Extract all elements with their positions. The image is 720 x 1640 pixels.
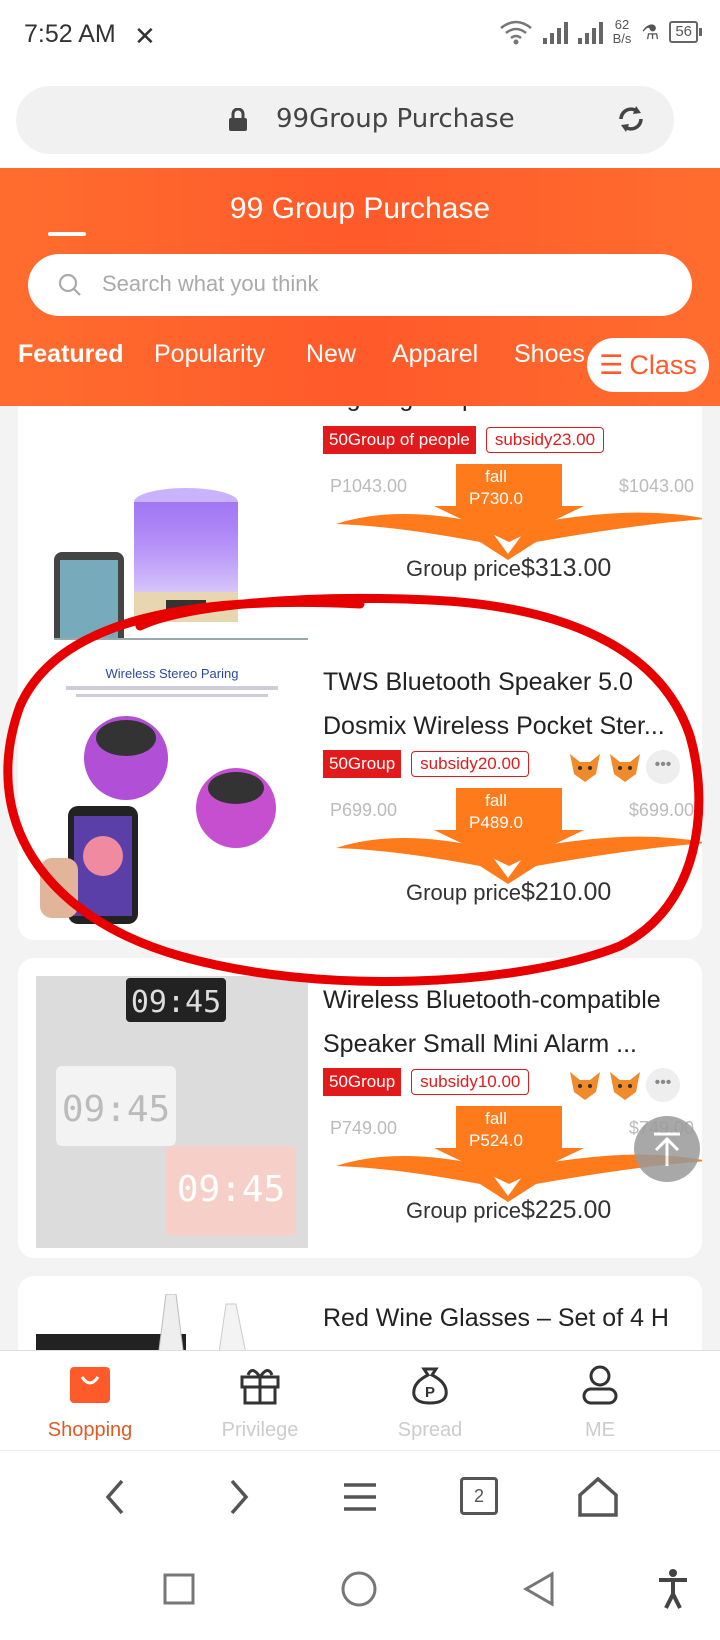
nav-shopping[interactable]: Shopping (20, 1365, 160, 1442)
participant-avatars (566, 1066, 644, 1104)
battery-icon: 56 (669, 21, 702, 43)
product-list[interactable]: Night light mp3 APP control ... 50Group … (0, 406, 720, 1350)
user-icon (582, 1365, 618, 1405)
group-price: Group price$313.00 (406, 554, 612, 582)
lock-icon (229, 108, 247, 131)
product-image[interactable]: 09:45 09:45 09:45 (36, 976, 308, 1248)
class-button[interactable]: ☰ Class (587, 338, 709, 392)
signal-icon (542, 20, 568, 44)
tab-new[interactable]: New (306, 340, 356, 369)
nav-me[interactable]: ME (530, 1365, 670, 1442)
back-icon[interactable] (100, 1477, 130, 1517)
forward-icon[interactable] (224, 1477, 254, 1517)
product-image[interactable] (36, 1294, 308, 1350)
arrow-up-icon (654, 1132, 680, 1166)
product-name[interactable]: Red Wine Glasses – Set of 4 H (323, 1296, 695, 1340)
svg-text:09:45: 09:45 (62, 1089, 170, 1130)
svg-text:09:45: 09:45 (177, 1169, 285, 1210)
nav-spread[interactable]: P Spread (360, 1365, 500, 1442)
home-icon[interactable] (576, 1475, 620, 1519)
status-time: 7:52 AM (24, 20, 116, 48)
tabs-button[interactable]: 2 (460, 1477, 498, 1515)
fox-avatar-icon (570, 1072, 600, 1100)
group-tag: 50Group of people (323, 426, 476, 454)
fall-price: P730.0 (469, 489, 523, 508)
svg-text:P: P (425, 1384, 435, 1401)
group-tag: 50Group (323, 1068, 402, 1096)
menu-icon[interactable] (340, 1479, 380, 1515)
shopping-bag-icon (70, 1367, 110, 1403)
tab-featured[interactable]: Featured (18, 340, 124, 369)
search-placeholder: Search what you think (102, 271, 319, 296)
tab-shoes[interactable]: Shoes (514, 340, 585, 369)
subsidy-tag: subsidy10.00 (411, 1069, 530, 1095)
flask-icon: ⚗ (641, 21, 660, 44)
x-app-icon: ✕ (134, 21, 156, 51)
money-bag-icon: P (412, 1367, 448, 1405)
tab-apparel[interactable]: Apparel (392, 340, 478, 369)
annotation-circle (3, 593, 704, 986)
list-icon: ☰ (599, 349, 624, 380)
accessibility-icon[interactable] (656, 1568, 690, 1610)
system-nav-bar (0, 1544, 720, 1640)
bottom-nav: Shopping Privilege P Spread ME (0, 1350, 720, 1450)
recents-icon[interactable] (162, 1572, 196, 1606)
url-text: 99Group Purchase (276, 104, 515, 134)
browser-toolbar: 2 (0, 1450, 720, 1544)
back-triangle-icon[interactable] (522, 1570, 556, 1608)
status-bar: 7:52 AM ✕ 62 B/s ⚗ 56 (0, 0, 720, 78)
tab-popularity[interactable]: Popularity (154, 340, 265, 369)
address-bar[interactable]: 99Group Purchase (16, 86, 674, 154)
search-input[interactable]: Search what you think (28, 254, 692, 316)
nav-privilege[interactable]: Privilege (190, 1365, 330, 1442)
product-card[interactable]: Red Wine Glasses – Set of 4 H (18, 1276, 702, 1350)
signal-icon-2 (577, 20, 603, 44)
more-icon[interactable]: ••• (646, 1068, 680, 1102)
fall-price: P524.0 (469, 1131, 523, 1150)
group-price: Group price$225.00 (406, 1196, 612, 1224)
home-circle-icon[interactable] (340, 1570, 378, 1608)
subsidy-tag: subsidy23.00 (485, 427, 605, 453)
active-tab-indicator (48, 232, 86, 236)
wifi-icon (499, 20, 532, 45)
gift-icon (240, 1369, 280, 1405)
reload-icon[interactable] (614, 102, 648, 136)
page-title: 99 Group Purchase (229, 192, 491, 225)
search-icon (58, 273, 81, 296)
scroll-top-button[interactable] (634, 1116, 700, 1182)
fox-avatar-icon (610, 1072, 640, 1100)
network-speed: 62 B/s (612, 17, 632, 46)
